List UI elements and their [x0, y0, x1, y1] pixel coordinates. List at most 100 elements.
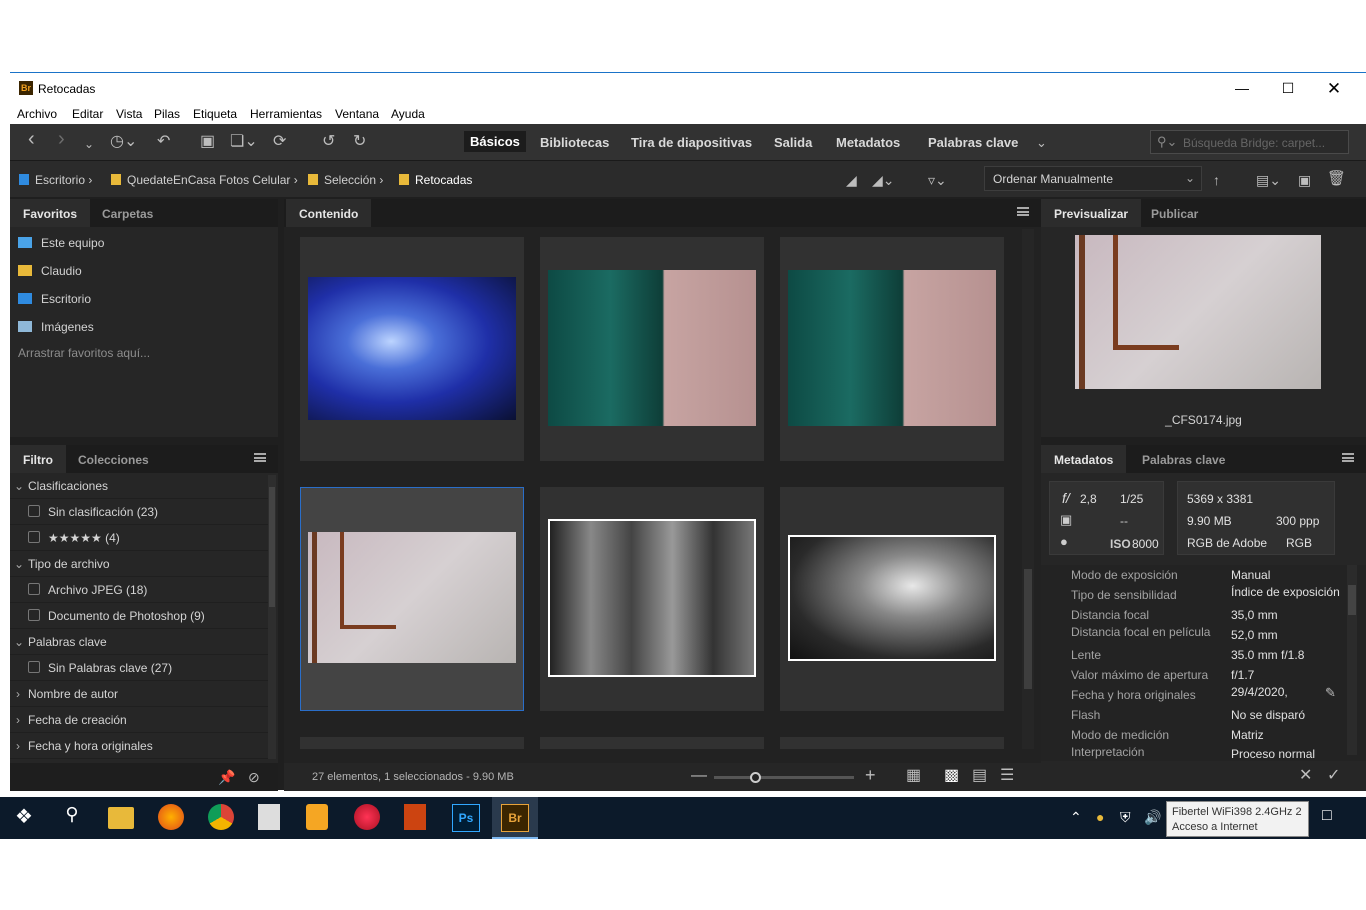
grid-lock-icon[interactable]: ▦ [906, 766, 921, 786]
rotate-right-icon[interactable]: ↻ [353, 132, 366, 152]
tab-filtro[interactable]: Filtro [10, 445, 66, 473]
workspace-palabras-clave[interactable]: Palabras clave [928, 135, 1018, 150]
filter-group-fecha-creacion[interactable]: › Fecha de creación [10, 707, 268, 733]
rotate-left-icon[interactable]: ↺ [322, 132, 335, 152]
tab-colecciones[interactable]: Colecciones [65, 445, 162, 473]
notifications-icon[interactable]: □ [1322, 807, 1350, 835]
photoshop-icon[interactable]: Ps [452, 804, 480, 832]
filter-archivo-jpeg[interactable]: Archivo JPEG (18) [10, 577, 268, 603]
thumbnail-4-selected[interactable] [300, 487, 524, 711]
clear-filter-icon[interactable]: ⊘ [248, 767, 260, 787]
panel-menu-icon[interactable] [1017, 207, 1029, 216]
filter-group-tipo-archivo[interactable]: ⌄ Tipo de archivo [10, 551, 268, 577]
checkbox[interactable] [28, 531, 40, 543]
menu-ayuda[interactable]: Ayuda [391, 107, 425, 121]
edit-pencil-icon[interactable]: ✎ [1325, 685, 1336, 701]
breadcrumb-retocadas[interactable]: Retocadas [399, 173, 472, 187]
thumbnail-7[interactable] [300, 737, 524, 749]
thumbnail-size-slider[interactable] [714, 772, 854, 783]
search-input[interactable]: ⚲⌄ Búsqueda Bridge: carpet... [1150, 130, 1349, 154]
filter-five-stars[interactable]: ★★★★★ (4) [10, 525, 268, 551]
checkbox[interactable] [28, 661, 40, 673]
filter-icon[interactable]: ▿⌄ [928, 170, 947, 190]
metadata-scrollbar[interactable] [1347, 565, 1357, 755]
favorite-claudio[interactable]: Claudio [18, 264, 82, 278]
thumbnail-2[interactable] [540, 237, 764, 461]
tab-favoritos[interactable]: Favoritos [10, 199, 91, 227]
content-scrollbar[interactable] [1022, 229, 1034, 749]
thumbnail-1[interactable] [300, 237, 524, 461]
tab-carpetas[interactable]: Carpetas [89, 199, 166, 227]
menu-herramientas[interactable]: Herramientas [250, 107, 322, 121]
tab-previsualizar[interactable]: Previsualizar [1041, 199, 1142, 227]
ccleaner-icon[interactable] [354, 804, 380, 830]
filter-group-nombre-autor[interactable]: › Nombre de autor [10, 681, 268, 707]
apply-icon[interactable]: ✓ [1327, 766, 1340, 786]
filter-group-palabras-clave[interactable]: ⌄ Palabras clave [10, 629, 268, 655]
list-view-icon[interactable]: ☰ [1000, 766, 1014, 786]
chrome-icon[interactable] [208, 804, 234, 830]
breadcrumb-quedate[interactable]: QuedateEnCasa Fotos Celular › [111, 173, 298, 187]
workspace-salida[interactable]: Salida [774, 135, 812, 150]
tab-metadatos[interactable]: Metadatos [1041, 445, 1127, 473]
favorite-escritorio[interactable]: Escritorio [18, 292, 91, 306]
panel-menu-icon[interactable] [254, 453, 266, 462]
chevron-down-icon[interactable]: ⌄ [84, 134, 94, 154]
filter-group-clasificaciones[interactable]: ⌄ Clasificaciones [10, 473, 268, 499]
sync-icon[interactable]: ⟳ [273, 132, 286, 152]
filter-group-fecha-hora[interactable]: › Fecha y hora originales [10, 733, 268, 759]
thumbnail-8[interactable] [540, 737, 764, 749]
filter-sin-clasificacion[interactable]: Sin clasificación (23) [10, 499, 268, 525]
preview-image[interactable] [1075, 235, 1321, 389]
pin-icon[interactable]: 📌 [218, 767, 235, 787]
detail-view-icon[interactable]: ▤ [972, 766, 987, 786]
workspace-metadatos[interactable]: Metadatos [836, 135, 900, 150]
back-icon[interactable]: ‹ [28, 129, 35, 149]
thumbnail-5[interactable] [540, 487, 764, 711]
trash-icon[interactable]: 🗑 [1327, 169, 1346, 189]
search-icon[interactable]: ⚲ [58, 804, 86, 832]
close-window-button[interactable]: ✕ [1311, 73, 1357, 104]
checkbox[interactable] [28, 609, 40, 621]
favorite-imagenes[interactable]: Imágenes [18, 320, 94, 334]
refine-icon[interactable]: ❏⌄ [230, 132, 258, 152]
checkbox[interactable] [28, 505, 40, 517]
tab-publicar[interactable]: Publicar [1138, 199, 1211, 227]
new-folder-icon[interactable]: ▤⌄ [1256, 170, 1281, 190]
tab-contenido[interactable]: Contenido [286, 199, 372, 227]
menu-archivo[interactable]: Archivo [17, 107, 57, 121]
filter-sin-palabras-clave[interactable]: Sin Palabras clave (27) [10, 655, 268, 681]
filter-documento-photoshop[interactable]: Documento de Photoshop (9) [10, 603, 268, 629]
thumbnail-6[interactable] [780, 487, 1004, 711]
maximize-button[interactable]: ☐ [1265, 73, 1311, 104]
menu-etiqueta[interactable]: Etiqueta [193, 107, 237, 121]
sort-dropdown[interactable]: Ordenar Manualmente ⌄ [984, 166, 1202, 191]
menu-ventana[interactable]: Ventana [335, 107, 379, 121]
windows-start-icon[interactable]: ❖ [10, 804, 38, 832]
folder-icon[interactable]: ▣ [1298, 170, 1311, 190]
zoom-in-icon[interactable]: + [865, 765, 876, 785]
tray-chevron-icon[interactable]: ⌃ [1070, 809, 1098, 837]
breadcrumb-seleccion[interactable]: Selección › [308, 173, 383, 187]
breadcrumb-escritorio[interactable]: Escritorio › [19, 173, 92, 187]
workspace-basicos[interactable]: Básicos [464, 131, 526, 152]
workspace-bibliotecas[interactable]: Bibliotecas [540, 135, 609, 150]
forward-icon[interactable]: › [58, 129, 65, 149]
recent-icon[interactable]: ◷⌄ [110, 132, 137, 152]
file-explorer-icon[interactable] [108, 807, 134, 829]
menu-vista[interactable]: Vista [116, 107, 142, 121]
bridge-icon[interactable]: Br [501, 804, 529, 832]
return-icon[interactable]: ↶ [157, 132, 170, 152]
firefox-icon[interactable] [158, 804, 184, 830]
thumbnail-view-icon[interactable]: ▩ [944, 766, 959, 786]
thumbnail-quality-icon[interactable]: ◢⌄ [872, 170, 895, 190]
favorite-este-equipo[interactable]: Este equipo [18, 236, 104, 250]
checkbox[interactable] [28, 583, 40, 595]
panel-menu-icon[interactable] [1342, 453, 1354, 462]
menu-pilas[interactable]: Pilas [154, 107, 180, 121]
cancel-icon[interactable]: ✕ [1299, 766, 1312, 786]
thumbnail-3[interactable] [780, 237, 1004, 461]
acrobat-icon[interactable] [404, 804, 426, 830]
zoom-out-icon[interactable]: — [691, 766, 707, 786]
workspace-more-icon[interactable]: ⌄ [1036, 133, 1047, 153]
